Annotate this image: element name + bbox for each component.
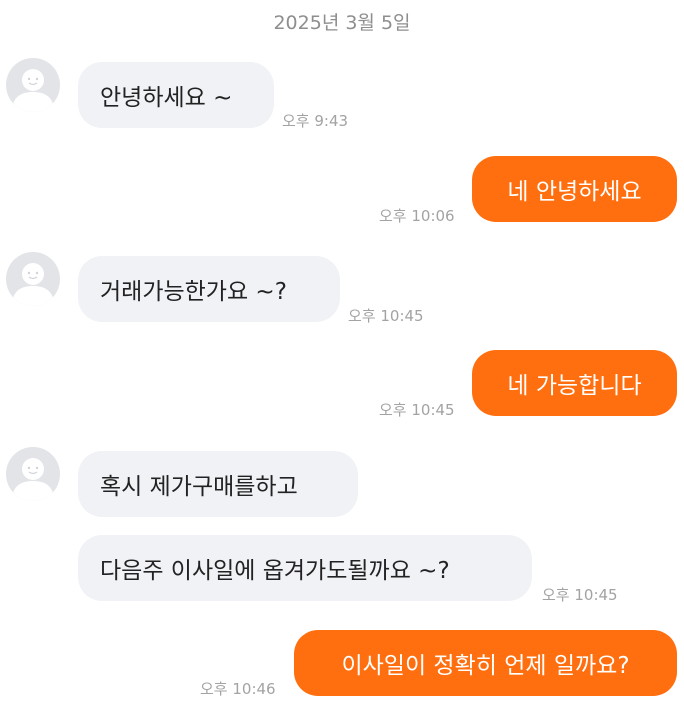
- message-bubble-incoming[interactable]: 안녕하세요 ~: [78, 62, 274, 128]
- message-text: 네 가능합니다: [507, 373, 642, 399]
- date-divider: 2025년 3월 5일: [273, 12, 411, 34]
- message-bubble-incoming[interactable]: 거래가능한가요 ~?: [78, 256, 340, 322]
- message-text: 안녕하세요 ~: [100, 85, 233, 111]
- message-text: 거래가능한가요 ~?: [100, 279, 287, 305]
- message-text: 혹시 제가구매를하고: [100, 474, 298, 500]
- message-bubble-incoming[interactable]: 다음주 이사일에 옵겨가도될까요 ~?: [78, 535, 532, 601]
- message-timestamp: 오후 9:43: [282, 112, 349, 130]
- avatar[interactable]: [6, 252, 60, 306]
- message-timestamp: 오후 10:45: [542, 586, 618, 604]
- avatar[interactable]: [6, 447, 60, 501]
- avatar[interactable]: [6, 58, 60, 112]
- message-text: 네 안녕하세요: [507, 179, 642, 205]
- default-profile-icon: [12, 69, 54, 112]
- message-bubble-incoming[interactable]: 혹시 제가구매를하고: [78, 451, 358, 517]
- default-profile-icon: [12, 458, 54, 501]
- default-profile-icon: [12, 263, 54, 306]
- message-timestamp: 오후 10:46: [200, 680, 276, 698]
- message-timestamp: 오후 10:06: [379, 207, 455, 225]
- message-bubble-outgoing[interactable]: 네 가능합니다: [472, 350, 677, 416]
- message-text: 이사일이 정확히 언제 일까요?: [341, 653, 630, 679]
- message-bubble-outgoing[interactable]: 이사일이 정확히 언제 일까요?: [294, 630, 677, 696]
- message-text: 다음주 이사일에 옵겨가도될까요 ~?: [100, 558, 450, 584]
- message-timestamp: 오후 10:45: [348, 307, 424, 325]
- message-bubble-outgoing[interactable]: 네 안녕하세요: [472, 156, 677, 222]
- message-timestamp: 오후 10:45: [379, 401, 455, 419]
